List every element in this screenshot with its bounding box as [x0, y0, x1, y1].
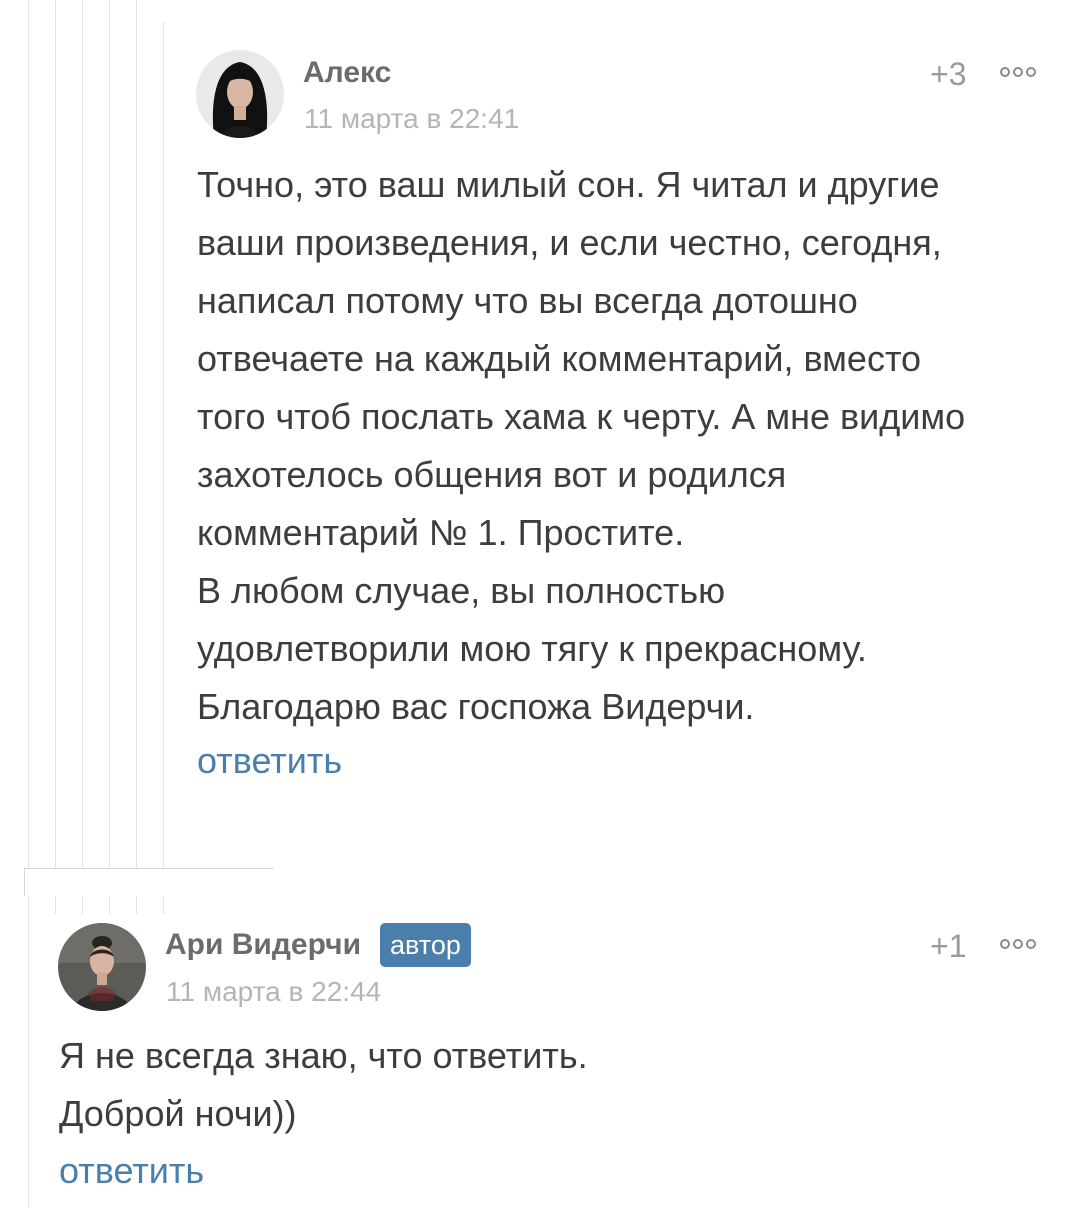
comment-rating: +3	[930, 56, 967, 92]
thread-tick	[55, 896, 56, 914]
comment-line: Благодарю вас госпожа Видерчи.	[197, 686, 755, 727]
comment-line: Доброй ночи))	[59, 1093, 297, 1134]
avatar[interactable]	[58, 923, 146, 1011]
thread-separator	[24, 868, 274, 869]
thread-tick	[136, 896, 137, 914]
comment-line: ваши произведения, и если честно, сегодн…	[197, 222, 942, 263]
comment-date[interactable]: 11 марта в 22:44	[166, 976, 381, 1008]
comment-line: Точно, это ваш милый сон. Я читал и друг…	[197, 164, 940, 205]
thread-tick	[109, 896, 110, 914]
thread-line	[24, 868, 25, 896]
comment-body: Я не всегда знаю, что ответить. Доброй н…	[59, 1027, 588, 1143]
thread-line	[28, 896, 29, 1208]
avatar-woman-dark-hair-icon	[196, 50, 284, 138]
thread-line	[55, 0, 56, 868]
comment-line: того чтоб послать хама к черту. А мне ви…	[197, 396, 966, 437]
reply-link[interactable]: ответить	[197, 740, 342, 782]
comment-line: отвечаете на каждый комментарий, вместо	[197, 338, 922, 379]
comment-line: В любом случае, вы полностью	[197, 570, 726, 611]
comment-line: Я не всегда знаю, что ответить.	[59, 1035, 588, 1076]
thread-tick	[82, 896, 83, 914]
comment-line: написал потому что вы всегда дотошно	[197, 280, 858, 321]
thread-tick	[163, 896, 164, 914]
avatar[interactable]	[196, 50, 284, 138]
thread-line	[136, 0, 137, 868]
avatar-woman-portrait-icon	[58, 923, 146, 1011]
comment-line: удовлетворили мою тягу к прекрасному.	[197, 628, 867, 669]
comment-line: захотелось общения вот и родился	[197, 454, 787, 495]
more-dots-icon[interactable]	[999, 937, 1037, 949]
comment-body: Точно, это ваш милый сон. Я читал и друг…	[197, 156, 965, 736]
thread-line	[163, 22, 164, 868]
comment-rating: +1	[930, 928, 967, 964]
author-badge: автор	[380, 923, 471, 967]
reply-link[interactable]: ответить	[59, 1150, 204, 1192]
more-dots-icon[interactable]	[999, 65, 1037, 77]
thread-line	[109, 0, 110, 868]
thread-line	[82, 0, 83, 868]
comment-author[interactable]: Алекс	[303, 56, 391, 90]
comment-author[interactable]: Ари Видерчи	[165, 928, 361, 962]
comment-date[interactable]: 11 марта в 22:41	[304, 103, 519, 135]
comment-line: комментарий № 1. Простите.	[197, 512, 685, 553]
thread-line	[28, 0, 29, 868]
